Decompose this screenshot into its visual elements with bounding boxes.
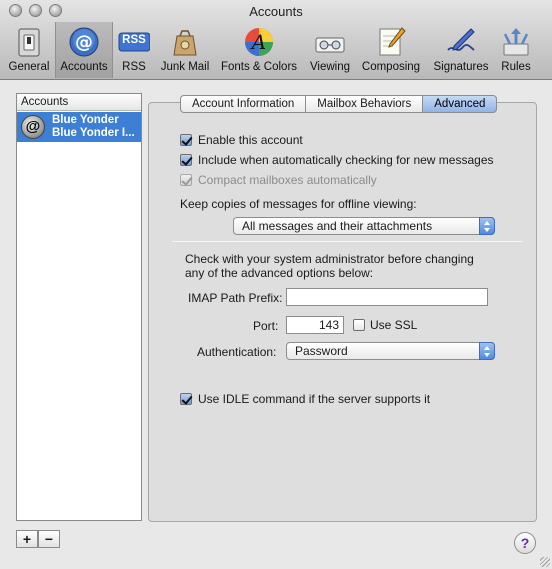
toolbar-accounts-label: Accounts bbox=[60, 61, 108, 73]
tab-account-information[interactable]: Account Information bbox=[180, 95, 307, 113]
account-row-blue-yonder[interactable]: @ Blue Yonder Blue Yonder I... bbox=[17, 112, 141, 142]
toolbar-composing-label: Composing bbox=[361, 61, 421, 73]
composing-pencil-icon bbox=[379, 27, 406, 56]
toolbar-rules-label: Rules bbox=[501, 61, 531, 73]
tab-advanced[interactable]: Advanced bbox=[423, 95, 498, 113]
imap-prefix-label: IMAP Path Prefix: bbox=[188, 291, 283, 305]
toolbar-viewing-label: Viewing bbox=[309, 61, 351, 73]
enable-account-label: Enable this account bbox=[198, 133, 303, 147]
authentication-value: Password bbox=[295, 344, 348, 358]
use-idle-checkbox[interactable] bbox=[180, 393, 192, 405]
toolbar-rules[interactable]: Rules bbox=[496, 22, 536, 78]
signature-pen-icon bbox=[447, 28, 475, 51]
use-ssl-checkbox[interactable] bbox=[353, 319, 365, 331]
general-switch-icon bbox=[18, 28, 40, 57]
include-check-checkbox[interactable] bbox=[180, 154, 192, 166]
rss-badge-text: RSS bbox=[122, 34, 146, 46]
account-detail: Blue Yonder I... bbox=[52, 127, 135, 139]
rules-arrows-icon bbox=[503, 28, 529, 56]
toolbar-rss[interactable]: RSS RSS bbox=[115, 22, 153, 78]
imap-prefix-field[interactable] bbox=[286, 288, 488, 306]
account-name: Blue Yonder bbox=[52, 114, 119, 126]
select-arrows-icon bbox=[479, 217, 495, 235]
accounts-list-header: Accounts bbox=[17, 94, 141, 111]
toolbar-junk-mail-label: Junk Mail bbox=[160, 61, 210, 73]
compact-mailboxes-label: Compact mailboxes automatically bbox=[198, 173, 377, 187]
authentication-label: Authentication: bbox=[197, 345, 277, 359]
settings-tabs: Account Information Mailbox Behaviors Ad… bbox=[180, 95, 498, 113]
offline-copies-value: All messages and their attachments bbox=[242, 219, 433, 233]
toolbar-signatures[interactable]: Signatures bbox=[428, 22, 494, 78]
viewing-glasses-icon bbox=[315, 37, 345, 53]
use-idle-label: Use IDLE command if the server supports … bbox=[198, 392, 431, 406]
offline-copies-select[interactable]: All messages and their attachments bbox=[233, 217, 495, 235]
window-title: Accounts bbox=[249, 4, 303, 19]
toolbar-rss-label: RSS bbox=[122, 61, 146, 73]
svg-text:@: @ bbox=[75, 32, 93, 53]
title-toolbar: Accounts General @ Accounts RSS RSS Junk… bbox=[0, 0, 552, 80]
toolbar-signatures-label: Signatures bbox=[433, 61, 489, 73]
at-sign-icon: @ bbox=[69, 27, 99, 57]
toolbar-accounts[interactable]: @ Accounts bbox=[55, 22, 113, 78]
toolbar-viewing[interactable]: Viewing bbox=[305, 22, 355, 78]
toolbar-general-label: General bbox=[8, 61, 50, 73]
admin-note-line1: Check with your system administrator bef… bbox=[185, 252, 474, 266]
compact-mailboxes-checkbox[interactable] bbox=[180, 174, 192, 186]
junk-bag-icon bbox=[173, 30, 197, 56]
offline-copies-label: Keep copies of messages for offline view… bbox=[180, 197, 417, 211]
add-account-button[interactable]: + bbox=[16, 530, 38, 548]
preferences-window: Accounts General @ Accounts RSS RSS Junk… bbox=[0, 0, 552, 569]
accounts-list[interactable]: Accounts @ Blue Yonder Blue Yonder I... bbox=[16, 93, 142, 521]
enable-account-checkbox[interactable] bbox=[180, 134, 192, 146]
toolbar-composing[interactable]: Composing bbox=[358, 22, 424, 78]
port-field[interactable]: 143 bbox=[286, 316, 344, 334]
toolbar-fonts-colors-label: Fonts & Colors bbox=[220, 61, 298, 73]
account-at-icon: @ bbox=[21, 115, 45, 139]
resize-grip[interactable] bbox=[540, 557, 550, 567]
authentication-select[interactable]: Password bbox=[286, 342, 495, 360]
select-arrows-icon bbox=[479, 342, 495, 360]
toolbar-fonts-colors[interactable]: A Fonts & Colors bbox=[216, 22, 302, 78]
toolbar-general[interactable]: General bbox=[4, 22, 54, 78]
tab-mailbox-behaviors[interactable]: Mailbox Behaviors bbox=[306, 95, 424, 113]
remove-account-button[interactable]: − bbox=[38, 530, 60, 548]
svg-text:A: A bbox=[250, 30, 266, 54]
include-check-label: Include when automatically checking for … bbox=[198, 153, 494, 167]
use-ssl-label: Use SSL bbox=[370, 318, 418, 332]
section-divider bbox=[172, 241, 523, 242]
help-button[interactable]: ? bbox=[514, 532, 536, 554]
fonts-colors-icon: A bbox=[245, 28, 273, 56]
port-label: Port: bbox=[253, 319, 279, 333]
admin-note-line2: any of the advanced options below: bbox=[185, 266, 374, 280]
toolbar-junk-mail[interactable]: Junk Mail bbox=[156, 22, 214, 78]
